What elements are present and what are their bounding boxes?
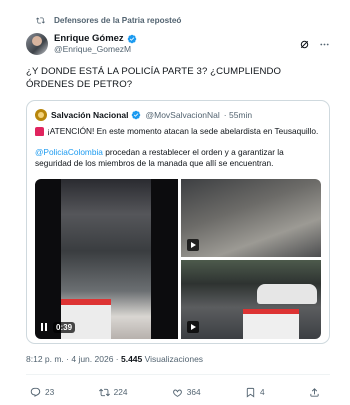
top-actions	[299, 39, 330, 50]
siren-emoji-icon	[35, 127, 44, 137]
verified-badge-icon	[127, 34, 136, 43]
quote-author-handle[interactable]: @MovSalvacionNal	[145, 110, 219, 120]
views-count: 5.445	[120, 354, 143, 364]
quote-verified-badge-icon	[132, 110, 141, 120]
author-name[interactable]: Enrique Gómez	[54, 33, 124, 44]
media-item-2[interactable]	[181, 178, 321, 257]
divider	[26, 374, 330, 375]
grok-icon[interactable]	[299, 39, 310, 50]
bookmark-button[interactable]: 4	[245, 387, 265, 398]
share-icon	[310, 387, 319, 397]
tweet-text: ¿Y DONDE ESTÁ LA POLICÍA PARTE 3? ¿CUMPL…	[26, 66, 282, 90]
reply-icon	[30, 387, 41, 397]
quote-text: ¡ATENCIÓN! En este momento atacan la sed…	[35, 126, 321, 170]
reply-button[interactable]: 23	[30, 387, 54, 398]
tweet: Defensores de la Patria reposteó Enrique…	[0, 0, 350, 405]
like-button[interactable]: 364	[172, 387, 201, 398]
quote-time: · 55min	[223, 110, 253, 120]
author-row: Enrique Gómez @Enrique_GomezM	[26, 29, 330, 59]
timestamp[interactable]: 8:12 p. m. · 4 jun. 2026 ·	[26, 354, 121, 364]
author-avatar[interactable]	[26, 33, 48, 55]
action-bar: 23 224 364 4	[26, 379, 330, 405]
author-names: Enrique Gómez @Enrique_GomezM	[54, 33, 299, 55]
play-icon-2[interactable]	[187, 320, 199, 333]
quote-avatar[interactable]	[35, 109, 47, 121]
video-duration: 0:39	[53, 321, 76, 333]
media-item-3[interactable]	[181, 259, 321, 339]
bookmark-count: 4	[260, 387, 265, 397]
media-right-column	[181, 178, 321, 339]
media-grid: 0:39	[35, 178, 321, 339]
repost-text: Defensores de la Patria reposteó	[54, 15, 182, 25]
repost-action-icon	[98, 388, 110, 396]
repost-button[interactable]: 224	[98, 387, 128, 398]
repost-count: 224	[113, 387, 128, 397]
play-icon[interactable]	[187, 238, 199, 251]
quote-author-name[interactable]: Salvación Nacional	[51, 110, 128, 120]
author-handle[interactable]: @Enrique_GomezM	[54, 44, 299, 55]
share-button[interactable]	[309, 387, 324, 398]
video-thumbnail[interactable]: 0:39	[35, 178, 178, 339]
tweet-meta: 8:12 p. m. · 4 jun. 2026 · 5.445 Visuali…	[26, 354, 330, 366]
like-count: 364	[186, 387, 201, 397]
pause-icon[interactable]	[39, 322, 49, 332]
video-controls: 0:39	[39, 321, 76, 333]
quote-header: Salvación Nacional @MovSalvacionNal · 55…	[35, 109, 321, 121]
heart-icon	[172, 389, 182, 397]
repost-icon	[36, 16, 45, 24]
bookmark-icon	[246, 387, 255, 398]
quote-alert-text: ¡ATENCIÓN! En este momento atacan la sed…	[47, 126, 319, 136]
reply-count: 23	[45, 387, 55, 397]
mention-link[interactable]: @PoliciaColombia	[35, 147, 103, 157]
views-label: Visualizaciones	[142, 354, 204, 364]
more-options-icon[interactable]	[319, 39, 330, 50]
repost-indicator[interactable]: Defensores de la Patria reposteó	[26, 14, 330, 26]
quoted-tweet[interactable]: Salvación Nacional @MovSalvacionNal · 55…	[26, 100, 330, 344]
